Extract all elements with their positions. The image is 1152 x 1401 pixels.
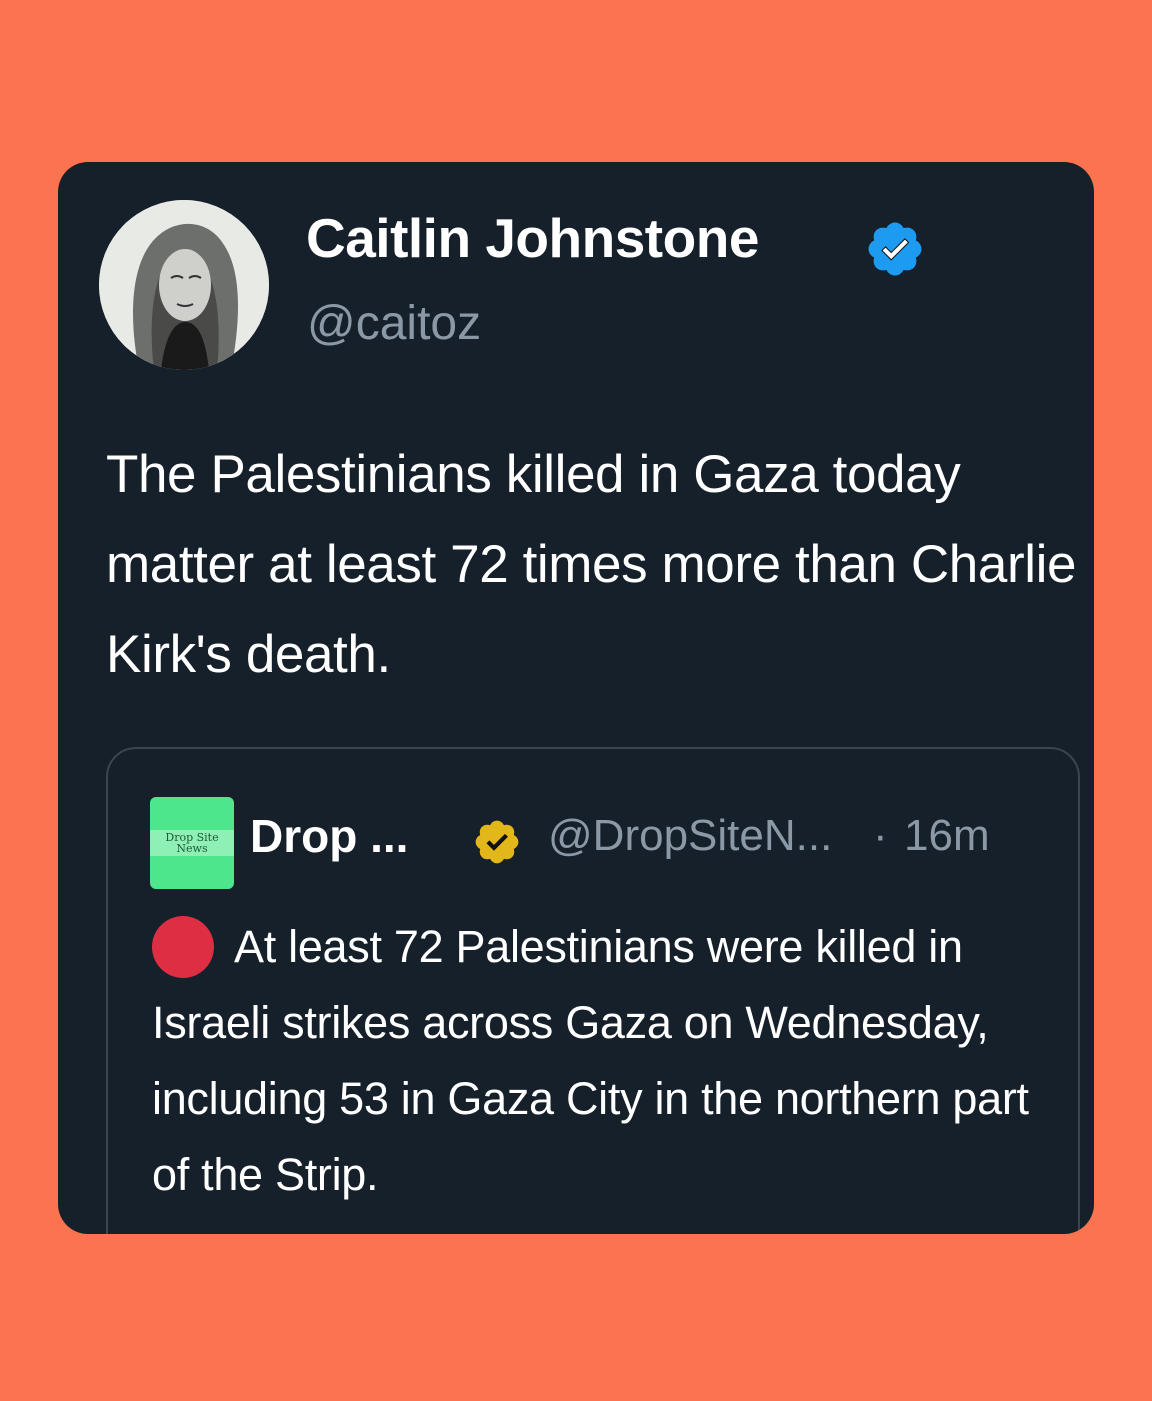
- quoted-display-name[interactable]: Drop ...: [250, 809, 408, 863]
- user-handle[interactable]: @caitoz: [307, 296, 481, 351]
- verified-badge-gold-icon: [475, 820, 519, 864]
- tweet-card: Caitlin Johnstone @caitoz The Palestinia…: [58, 162, 1094, 1234]
- quoted-handle[interactable]: @DropSiteN...: [548, 811, 832, 861]
- tweet-text: The Palestinians killed in Gaza today ma…: [106, 445, 1077, 684]
- timestamp[interactable]: 16m: [904, 811, 990, 861]
- separator-dot: ·: [873, 811, 888, 860]
- quoted-tweet-text: At least 72 Palestinians were killed in …: [152, 921, 1029, 1200]
- quoted-tweet[interactable]: Drop Site News Drop ... @DropSiteN... · …: [106, 747, 1080, 1234]
- portrait-illustration: [99, 200, 269, 370]
- verified-badge-blue-icon: [868, 222, 922, 276]
- drop-site-news-logo[interactable]: Drop Site News: [150, 797, 234, 889]
- display-name[interactable]: Caitlin Johnstone: [306, 206, 759, 270]
- avatar[interactable]: [99, 200, 269, 370]
- logo-text: Drop Site News: [150, 830, 234, 856]
